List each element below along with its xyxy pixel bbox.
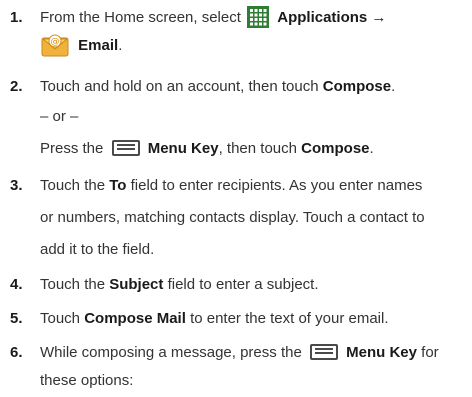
step-text: or numbers, matching contacts display. T… xyxy=(40,209,425,226)
step-body: Touch Compose Mail to enter the text of … xyxy=(40,307,468,331)
instructions-page: 1. From the Home screen, select Applicat… xyxy=(0,0,472,397)
step-text: add it to the field. xyxy=(40,241,155,258)
menu-key-icon xyxy=(309,344,338,361)
step-text: . xyxy=(118,36,123,54)
step-line: @ Email. xyxy=(40,32,468,62)
step-body: From the Home screen, select Application… xyxy=(40,6,468,62)
or-separator: – or – xyxy=(40,108,79,125)
step-text: Touch the xyxy=(40,276,106,293)
step-text: field to enter recipients. As you enter … xyxy=(130,177,423,194)
step-number: 3. xyxy=(10,177,23,194)
compose-label: Compose xyxy=(301,140,370,157)
step-text: , then touch xyxy=(218,140,297,157)
step-text: for xyxy=(421,344,439,361)
step-number: 2. xyxy=(10,78,23,95)
to-field-label: To xyxy=(109,177,127,194)
step-text: While composing a message, press the xyxy=(40,344,302,361)
step-line: – or – xyxy=(40,105,468,137)
step-line: Press the Menu Key, then touch Compose. xyxy=(40,137,468,167)
menu-key-label: Menu Key xyxy=(147,140,219,157)
step-line: From the Home screen, select Application… xyxy=(40,6,468,32)
compose-label: Compose xyxy=(322,78,392,95)
step-line: add it to the field. xyxy=(40,238,468,268)
step-text: Press the xyxy=(40,140,104,157)
applications-label: Applications → xyxy=(277,9,387,26)
step-number: 1. xyxy=(10,9,23,26)
step-body: Touch the To field to enter recipients. … xyxy=(40,174,468,268)
subject-field-label: Subject xyxy=(109,276,164,293)
step-body: While composing a message, press the Men… xyxy=(40,341,468,395)
step-text: Touch the xyxy=(40,177,106,194)
step-line: Touch the To field to enter recipients. … xyxy=(40,174,468,206)
menu-key-label: Menu Key xyxy=(346,344,417,361)
compose-mail-label: Compose Mail xyxy=(84,310,186,327)
svg-text:@: @ xyxy=(51,37,60,47)
menu-key-icon xyxy=(111,140,140,157)
step-text: From the Home screen, select xyxy=(40,9,241,26)
step-line: Touch and hold on an account, then touch… xyxy=(40,75,468,105)
step-line: these options: xyxy=(40,369,468,395)
step-text: . xyxy=(369,140,374,157)
step-text: field to enter a subject. xyxy=(167,276,319,293)
step-line: or numbers, matching contacts display. T… xyxy=(40,206,468,238)
step-number: 5. xyxy=(10,310,23,327)
step-number: 6. xyxy=(10,344,23,361)
step-text: Touch xyxy=(40,310,81,327)
applications-grid-icon xyxy=(247,6,270,29)
step-line: While composing a message, press the Men… xyxy=(40,341,468,369)
step-text: Touch and hold on an account, then touch xyxy=(40,78,319,95)
email-envelope-icon: @ xyxy=(40,32,70,57)
step-text: to enter the text of your email. xyxy=(190,310,389,327)
step-number: 4. xyxy=(10,276,23,293)
step-body: Touch the Subject field to enter a subje… xyxy=(40,273,468,297)
step-body: Touch and hold on an account, then touch… xyxy=(40,75,468,167)
step-text: . xyxy=(391,78,396,95)
step-text: these options: xyxy=(40,372,134,389)
email-label: Email xyxy=(78,36,119,54)
